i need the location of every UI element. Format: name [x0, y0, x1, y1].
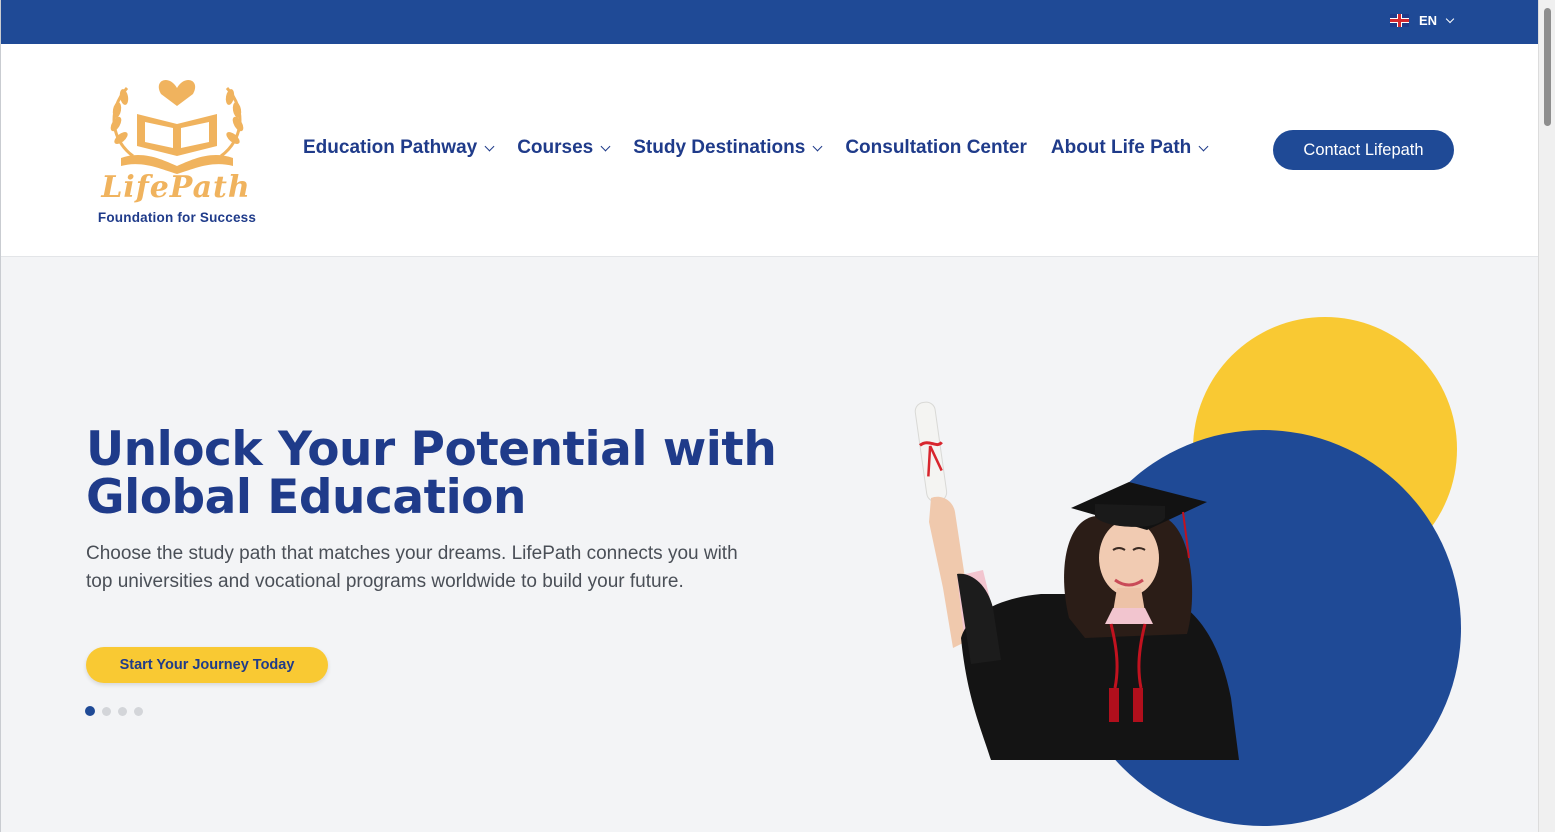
nav-label: Education Pathway — [303, 137, 478, 158]
nav-courses[interactable]: Courses — [517, 137, 611, 159]
hero-title: Unlock Your Potential with Global Educat… — [86, 422, 777, 525]
chevron-down-icon — [1445, 14, 1455, 23]
main-nav: Education Pathway Courses Study Destinat… — [303, 137, 1231, 159]
nav-education-pathway[interactable]: Education Pathway — [303, 137, 495, 159]
carousel-dot-3[interactable] — [118, 706, 127, 716]
carousel-dot-2[interactable] — [102, 706, 111, 716]
nav-study-destinations[interactable]: Study Destinations — [633, 137, 823, 159]
contact-lifepath-button[interactable]: Contact Lifepath — [1273, 130, 1454, 170]
logo-tagline: Foundation for Success — [97, 210, 257, 225]
lifepath-logo[interactable]: LifePath Foundation for Success — [93, 70, 261, 232]
browser-viewport: EN LifePath Foundation for Success Educa… — [0, 0, 1538, 832]
chevron-down-icon — [1198, 141, 1209, 151]
scrollbar-thumb[interactable] — [1544, 8, 1551, 126]
graduate-student-image — [914, 401, 1239, 760]
language-selector[interactable]: EN — [1389, 13, 1455, 28]
top-bar: EN — [1, 0, 1538, 44]
site-header: LifePath Foundation for Success Educatio… — [1, 44, 1538, 257]
start-journey-button[interactable]: Start Your Journey Today — [86, 647, 328, 683]
logo-wordmark: LifePath — [101, 170, 251, 205]
hero-section: Unlock Your Potential with Global Educat… — [1, 258, 1538, 832]
uk-flag-icon — [1389, 14, 1409, 27]
language-label: EN — [1418, 13, 1437, 28]
chevron-down-icon — [600, 141, 611, 151]
hero-description: Choose the study path that matches your … — [86, 543, 738, 592]
chevron-down-icon — [484, 141, 495, 151]
nav-label: About Life Path — [1050, 137, 1192, 158]
chevron-down-icon — [812, 141, 823, 151]
nav-about-life-path[interactable]: About Life Path — [1050, 137, 1209, 159]
logo-emblem-icon — [110, 80, 244, 174]
nav-label: Study Destinations — [633, 137, 806, 158]
carousel-dot-4[interactable] — [134, 706, 143, 716]
carousel-dots — [85, 706, 143, 716]
nav-label: Courses — [517, 137, 594, 158]
nav-consultation-center[interactable]: Consultation Center — [845, 137, 1027, 159]
vertical-scrollbar[interactable] — [1538, 0, 1555, 832]
nav-label: Consultation Center — [845, 137, 1027, 158]
carousel-dot-1[interactable] — [85, 706, 95, 716]
